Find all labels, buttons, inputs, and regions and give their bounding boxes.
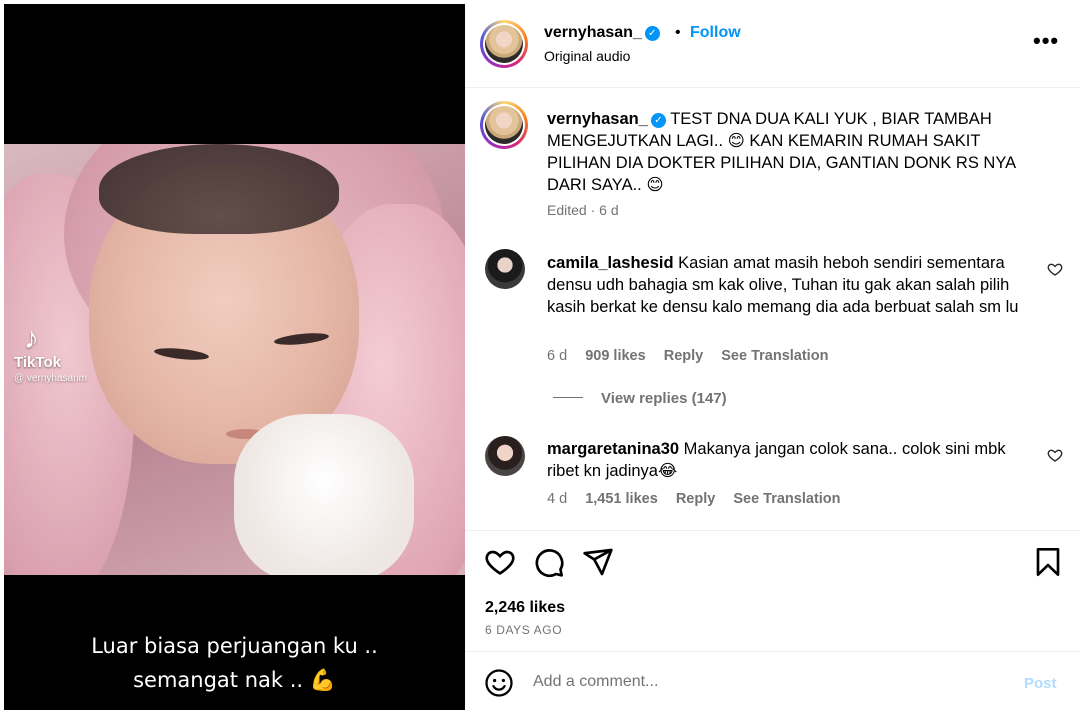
see-translation-button[interactable]: See Translation (721, 348, 828, 364)
verified-badge-icon: ✓ (644, 26, 660, 41)
replies-line (553, 397, 583, 398)
add-comment-bar: Post (465, 651, 1080, 710)
comment-username[interactable]: camila_lashesid (547, 254, 674, 272)
like-count[interactable]: 2,246 likes (485, 599, 565, 617)
separator-dot: • (675, 24, 681, 41)
comment-like-heart-icon[interactable] (1047, 261, 1063, 277)
comment-meta: 4 d 1,451 likes Reply See Translation (547, 491, 855, 507)
caption-meta: Edited · 6 d (547, 202, 619, 218)
share-send-icon[interactable] (582, 546, 614, 578)
reply-button[interactable]: Reply (664, 348, 704, 364)
view-replies-button[interactable]: View replies (147) (553, 390, 727, 407)
comment-likes[interactable]: 909 likes (585, 348, 645, 364)
post-button[interactable]: Post (1024, 675, 1057, 692)
comment-bubble-icon[interactable] (533, 546, 565, 578)
post-panel: vernyhasan_ ✓ • Follow Original audio •••… (465, 0, 1080, 710)
commenter-avatar[interactable] (485, 249, 525, 289)
post-date: 6 DAYS AGO (485, 623, 563, 637)
caption-avatar[interactable] (480, 101, 528, 149)
post-header: vernyhasan_ ✓ • Follow Original audio ••• (465, 0, 1080, 88)
comment-input[interactable] (533, 668, 1003, 696)
tiktok-logo-icon: ♪ (24, 322, 39, 355)
comment-text: margaretanina30 Makanya jangan colok san… (547, 438, 1037, 482)
tiktok-brand: TikTok (14, 354, 61, 371)
verified-badge-icon: ✓ (650, 113, 666, 128)
more-options-icon[interactable]: ••• (1033, 28, 1059, 54)
comment-like-heart-icon[interactable] (1047, 447, 1063, 463)
author-username[interactable]: vernyhasan_ ✓ (544, 24, 660, 42)
overlay-line: semangat nak .. 💪 (133, 668, 336, 692)
onesie-shape (234, 414, 414, 575)
tiktok-user: @ vernyhasanm (14, 373, 87, 384)
audio-link[interactable]: Original audio (544, 48, 630, 64)
follow-button[interactable]: Follow (690, 24, 741, 42)
video-caption-overlay: Luar biasa perjuangan ku .. semangat nak… (4, 629, 465, 697)
author-avatar[interactable] (480, 20, 528, 68)
overlay-line: Luar biasa perjuangan ku .. (91, 634, 378, 658)
video-frame[interactable]: ♪ TikTok @ vernyhasanm (4, 144, 465, 575)
save-bookmark-icon[interactable] (1032, 546, 1064, 578)
see-translation-button[interactable]: See Translation (733, 491, 840, 507)
comments-scroll-area[interactable]: vernyhasan_ ✓ TEST DNA DUA KALI YUK , BIA… (465, 89, 1080, 529)
tiktok-watermark: ♪ TikTok @ vernyhasanm (14, 322, 124, 385)
view-replies-label[interactable]: View replies (147) (601, 390, 727, 407)
comment-likes[interactable]: 1,451 likes (585, 491, 658, 507)
post-actions: 2,246 likes 6 DAYS AGO (465, 530, 1080, 650)
author-username-text[interactable]: vernyhasan_ (544, 24, 642, 41)
post-media[interactable]: ♪ TikTok @ vernyhasanm Luar biasa perjua… (4, 4, 465, 710)
caption-username[interactable]: vernyhasan_ (547, 110, 648, 128)
comment-age: 6 d (547, 348, 568, 364)
comment-text: camila_lashesid Kasian amat masih heboh … (547, 252, 1037, 318)
comment-meta: 6 d 909 likes Reply See Translation (547, 348, 842, 364)
like-heart-icon[interactable] (484, 546, 516, 578)
commenter-avatar[interactable] (485, 436, 525, 476)
comment-age: 4 d (547, 491, 568, 507)
baby-hair (99, 144, 339, 234)
reply-button[interactable]: Reply (676, 491, 716, 507)
emoji-icon[interactable] (484, 668, 514, 698)
comment-username[interactable]: margaretanina30 (547, 440, 679, 458)
caption-text: vernyhasan_ ✓ TEST DNA DUA KALI YUK , BIA… (547, 108, 1047, 196)
